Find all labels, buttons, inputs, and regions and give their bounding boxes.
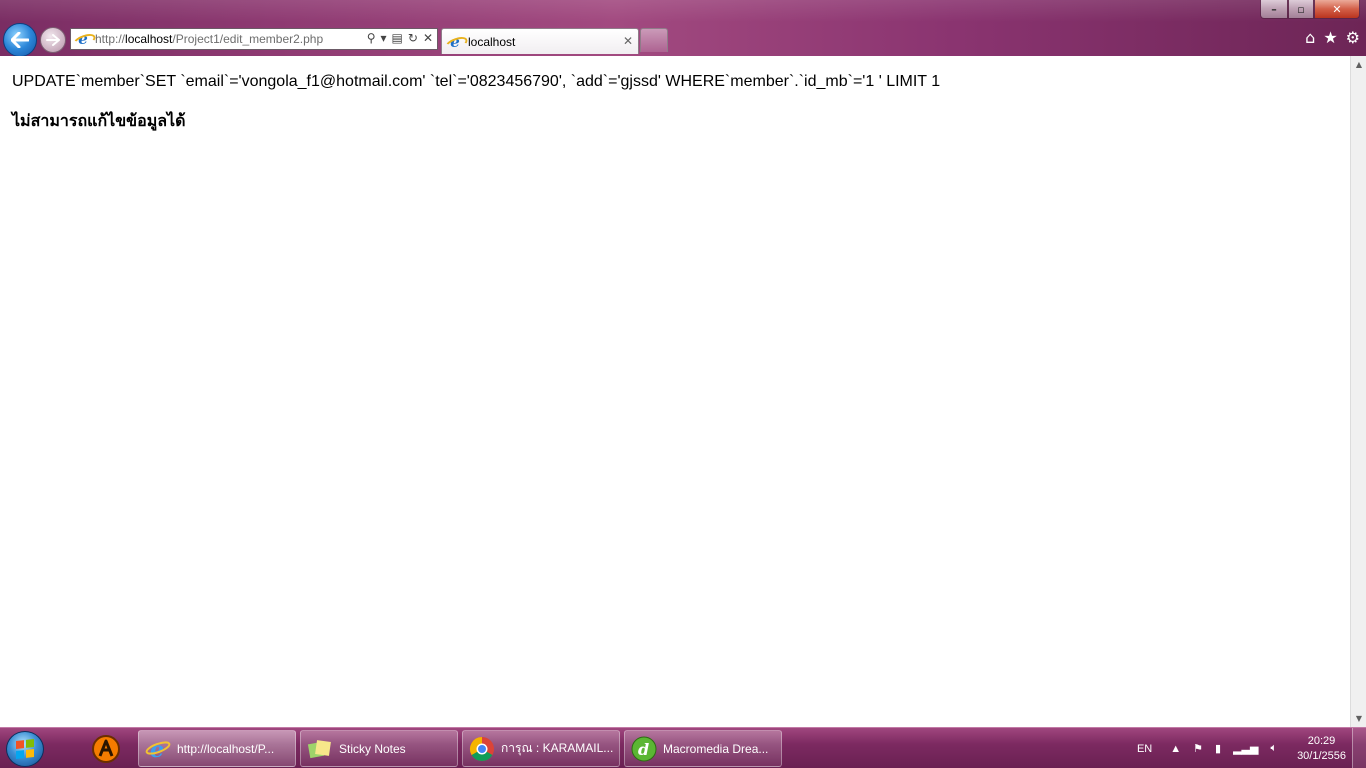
sticky-notes-icon xyxy=(307,736,333,762)
taskbar-item-ie[interactable]: e http://localhost/P... xyxy=(138,730,296,767)
taskbar-item-label: การุณ : KARAMAIL... xyxy=(501,741,614,755)
page-content: UPDATE`member`SET `email`='vongola_f1@ho… xyxy=(0,56,1350,727)
svg-text:d: d xyxy=(638,740,649,759)
back-button[interactable] xyxy=(3,23,37,57)
vertical-scrollbar[interactable]: ▲ ▼ xyxy=(1350,56,1366,727)
taskbar-item-label: Macromedia Drea... xyxy=(663,741,769,756)
minimize-button[interactable]: – xyxy=(1260,0,1288,19)
taskbar-item-label: http://localhost/P... xyxy=(177,741,275,756)
address-url[interactable]: http://localhost/Project1/edit_member2.p… xyxy=(95,32,323,46)
gear-icon[interactable]: ⚙ xyxy=(1346,29,1360,47)
forward-button[interactable] xyxy=(40,27,66,53)
chrome-icon xyxy=(469,736,495,762)
windows-logo-icon xyxy=(16,739,34,759)
taskbar-item-dreamweaver[interactable]: d Macromedia Drea... xyxy=(624,730,782,767)
language-indicator[interactable]: EN xyxy=(1137,743,1152,755)
error-message: ไม่สามารถแก้ไขข้อมูลได้ xyxy=(12,113,186,130)
volume-icon[interactable]: 🔈︎ xyxy=(1270,742,1277,755)
window-controls: – ▫ ✕ xyxy=(1260,0,1360,19)
arrow-right-icon xyxy=(46,34,60,46)
ie-icon: e xyxy=(145,736,171,762)
show-hidden-icons-icon[interactable]: ▲ xyxy=(1170,743,1181,755)
network-signal-icon[interactable]: ▂▃▅ xyxy=(1233,742,1258,755)
ie-icon: e xyxy=(447,34,463,50)
close-window-button[interactable]: ✕ xyxy=(1314,0,1360,19)
action-center-flag-icon[interactable]: ⚑ xyxy=(1193,742,1203,755)
chevron-down-icon[interactable]: ▾ xyxy=(381,31,387,45)
maximize-button[interactable]: ▫ xyxy=(1288,0,1314,19)
refresh-icon[interactable]: ↻ xyxy=(408,31,418,45)
close-tab-icon[interactable]: ✕ xyxy=(623,34,633,48)
stop-icon[interactable]: ✕ xyxy=(423,31,433,45)
taskbar-item-sticky-notes[interactable]: Sticky Notes xyxy=(300,730,458,767)
address-url-host: localhost xyxy=(125,32,173,46)
search-icon[interactable]: ⚲ xyxy=(367,31,376,45)
scroll-down-icon[interactable]: ▼ xyxy=(1351,710,1366,727)
arrow-left-icon xyxy=(11,32,29,48)
clock-date: 30/1/2556 xyxy=(1297,749,1346,762)
address-url-prefix: http:// xyxy=(95,32,126,46)
dreamweaver-icon: d xyxy=(631,736,657,762)
favorites-star-icon[interactable]: ★ xyxy=(1323,29,1337,47)
taskbar-item-label: Sticky Notes xyxy=(339,741,406,756)
svg-text:e: e xyxy=(150,737,164,762)
clock[interactable]: 20:29 30/1/2556 xyxy=(1297,734,1346,764)
compatibility-view-icon[interactable]: ▤ xyxy=(392,31,403,45)
address-url-path: /Project1/edit_member2.php xyxy=(172,32,324,46)
pinned-app-avast[interactable] xyxy=(84,732,128,766)
new-tab-button[interactable] xyxy=(640,28,668,52)
sql-query-text: UPDATE`member`SET `email`='vongola_f1@ho… xyxy=(12,73,941,90)
home-icon[interactable]: ⌂ xyxy=(1305,29,1315,47)
tab-title: localhost xyxy=(468,34,516,49)
start-button[interactable] xyxy=(6,731,44,767)
device-icon[interactable]: ▮ xyxy=(1215,742,1221,755)
taskbar-item-chrome[interactable]: การุณ : KARAMAIL... xyxy=(462,730,620,767)
clock-time: 20:29 xyxy=(1307,734,1336,747)
show-desktop-button[interactable] xyxy=(1352,728,1366,768)
address-tools: ⚲ ▾ ▤ ↻ ✕ xyxy=(367,31,433,45)
tab-localhost[interactable]: e localhost ✕ xyxy=(441,28,639,54)
address-bar[interactable]: e http://localhost/Project1/edit_member2… xyxy=(70,28,438,50)
browser-chrome: – ▫ ✕ e http://localhost/Project1/edit_m… xyxy=(0,0,1366,57)
system-tray: EN ▲ ⚑ ▮ ▂▃▅ 🔈︎ 20:29 30/1/2556 xyxy=(1125,728,1346,768)
browser-toolbar-icons: ⌂ ★ ⚙ xyxy=(1305,29,1360,47)
ie-icon: e xyxy=(75,31,91,47)
taskbar: e http://localhost/P... Sticky Notes การ… xyxy=(0,727,1366,768)
scroll-up-icon[interactable]: ▲ xyxy=(1351,56,1366,73)
avast-icon xyxy=(92,735,120,763)
